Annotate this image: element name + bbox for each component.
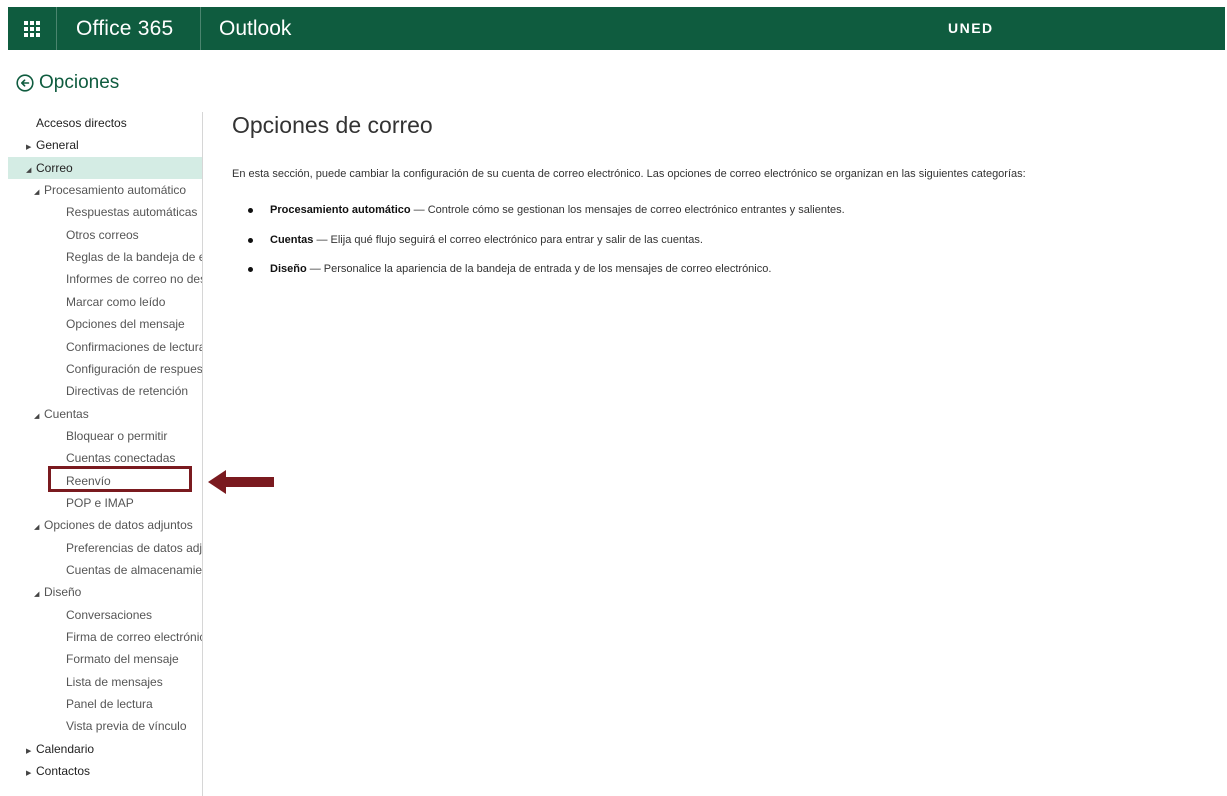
- sidebar-item[interactable]: ◢ Opciones de datos adjuntos: [8, 514, 202, 536]
- bullet-term: Cuentas: [270, 234, 314, 246]
- bullet-desc: — Elija qué flujo seguirá el correo elec…: [316, 234, 703, 246]
- list-item: Diseño — Personalice la apariencia de la…: [248, 263, 771, 275]
- sidebar-item[interactable]: Vista previa de vínculo: [8, 715, 202, 737]
- sidebar-item[interactable]: ▶ Contactos: [8, 760, 202, 782]
- sidebar-item-label: Formato del mensaje: [66, 652, 179, 666]
- bullet-icon: [248, 238, 253, 243]
- expanded-triangle-icon[interactable]: ◢: [34, 517, 44, 536]
- sidebar-item[interactable]: Firma de correo electrónic: [8, 626, 202, 648]
- sidebar-item[interactable]: ▶ Calendario: [8, 738, 202, 760]
- sidebar-item-label: Accesos directos: [36, 116, 127, 130]
- bullet-term: Diseño: [270, 263, 307, 275]
- back-arrow-circle-icon: [16, 74, 34, 92]
- sidebar-item-label: Confirmaciones de lectura: [66, 340, 202, 354]
- sidebar-item[interactable]: Confirmaciones de lectura: [8, 336, 202, 358]
- sidebar-item-label: Directivas de retención: [66, 384, 189, 398]
- sidebar-item[interactable]: Informes de correo no des: [8, 268, 202, 290]
- sidebar-item[interactable]: Reglas de la bandeja de er: [8, 246, 202, 268]
- collapsed-triangle-icon[interactable]: ▶: [26, 763, 36, 782]
- sidebar-item[interactable]: ▶ General: [8, 134, 202, 156]
- sidebar-item[interactable]: Otros correos: [8, 224, 202, 246]
- sidebar-item-label: Otros correos: [66, 228, 139, 242]
- sidebar-item-label: Opciones de datos adjuntos: [44, 518, 193, 532]
- sidebar-item[interactable]: ◢ Procesamiento automático: [8, 179, 202, 201]
- sidebar-item[interactable]: Configuración de respuest: [8, 358, 202, 380]
- sidebar-item-label: Vista previa de vínculo: [66, 719, 187, 733]
- sidebar-item-label: Marcar como leído: [66, 295, 166, 309]
- sidebar-item-label: Cuentas conectadas: [66, 451, 176, 465]
- sidebar-item-label: Preferencias de datos adju: [66, 541, 202, 555]
- sidebar-item-label: Lista de mensajes: [66, 675, 163, 689]
- sidebar-item[interactable]: ◢ Diseño: [8, 581, 202, 603]
- sidebar-item-label: Configuración de respuest: [66, 362, 202, 376]
- sidebar-item-label: Diseño: [44, 585, 82, 599]
- sidebar-item-label: Contactos: [36, 764, 91, 778]
- top-bar: Office 365 Outlook UNED: [8, 7, 1225, 50]
- sidebar-item-label: Conversaciones: [66, 608, 153, 622]
- sidebar-item-label: Bloquear o permitir: [66, 429, 168, 443]
- collapsed-triangle-icon[interactable]: ▶: [26, 741, 36, 760]
- collapsed-triangle-icon[interactable]: ▶: [26, 137, 36, 156]
- bullet-icon: [248, 208, 253, 213]
- intro-text: En esta sección, puede cambiar la config…: [232, 168, 1026, 180]
- sidebar-item[interactable]: Bloquear o permitir: [8, 425, 202, 447]
- sidebar-item[interactable]: ◢ Cuentas: [8, 403, 202, 425]
- sidebar-item[interactable]: Marcar como leído: [8, 291, 202, 313]
- sidebar-item-label: POP e IMAP: [66, 496, 134, 510]
- page-title: Opciones de correo: [232, 112, 433, 138]
- app-launcher-button[interactable]: [8, 7, 56, 50]
- expanded-triangle-icon[interactable]: ◢: [26, 160, 36, 179]
- list-item: Cuentas — Elija qué flujo seguirá el cor…: [248, 234, 703, 246]
- waffle-icon: [24, 20, 40, 37]
- sidebar-item-label: Calendario: [36, 742, 95, 756]
- sidebar-item[interactable]: Accesos directos: [8, 112, 202, 134]
- sidebar-item-label: Cuentas: [44, 407, 89, 421]
- sidebar-item-label: Panel de lectura: [66, 697, 153, 711]
- divider: [56, 7, 57, 50]
- sidebar-item-label: Respuestas automáticas: [66, 205, 198, 219]
- sidebar-item[interactable]: Preferencias de datos adju: [8, 537, 202, 559]
- expanded-triangle-icon[interactable]: ◢: [34, 406, 44, 425]
- sidebar-item[interactable]: Formato del mensaje: [8, 648, 202, 670]
- sidebar-item[interactable]: POP e IMAP: [8, 492, 202, 514]
- back-to-options-button[interactable]: Opciones: [16, 72, 119, 94]
- sidebar-item[interactable]: Directivas de retención: [8, 380, 202, 402]
- bullet-icon: [248, 267, 253, 272]
- app-name-link[interactable]: Outlook: [219, 7, 291, 50]
- sidebar-item[interactable]: Cuentas de almacenamien: [8, 559, 202, 581]
- bullet-term: Procesamiento automático: [270, 204, 411, 216]
- bullet-desc: — Controle cómo se gestionan los mensaje…: [413, 204, 845, 216]
- sidebar-item-label: Informes de correo no des: [66, 272, 202, 286]
- suite-brand-link[interactable]: Office 365: [76, 7, 173, 50]
- sidebar-item[interactable]: Lista de mensajes: [8, 671, 202, 693]
- options-sidebar: Accesos directos ▶ General ◢ Correo ◢ Procesam…: [8, 112, 203, 796]
- sidebar-item-label: Procesamiento automático: [44, 183, 187, 197]
- expanded-triangle-icon[interactable]: ◢: [34, 182, 44, 201]
- left-arrow-icon: [208, 470, 274, 494]
- sidebar-item[interactable]: Panel de lectura: [8, 693, 202, 715]
- sidebar-item-label: Firma de correo electrónic: [66, 630, 202, 644]
- main-content: Opciones de correo En esta sección, pued…: [232, 108, 1212, 275]
- sidebar-item-label: Cuentas de almacenamien: [66, 563, 202, 577]
- org-logo: UNED: [948, 20, 994, 36]
- sidebar-item[interactable]: Opciones del mensaje: [8, 313, 202, 335]
- back-label: Opciones: [39, 72, 120, 93]
- sidebar-item[interactable]: Conversaciones: [8, 604, 202, 626]
- sidebar-item-label: Opciones del mensaje: [66, 317, 185, 331]
- sidebar-item-label: Correo: [36, 161, 73, 175]
- list-item: Procesamiento automático — Controle cómo…: [248, 204, 845, 216]
- bullet-desc: — Personalice la apariencia de la bandej…: [309, 263, 772, 275]
- sidebar-item-label: Reglas de la bandeja de er: [66, 250, 202, 264]
- highlight-box: [48, 466, 192, 492]
- sidebar-item[interactable]: ◢ Correo: [8, 157, 202, 179]
- sidebar-item[interactable]: Respuestas automáticas: [8, 201, 202, 223]
- divider: [200, 7, 201, 50]
- sidebar-item-label: General: [36, 138, 79, 152]
- expanded-triangle-icon[interactable]: ◢: [34, 584, 44, 603]
